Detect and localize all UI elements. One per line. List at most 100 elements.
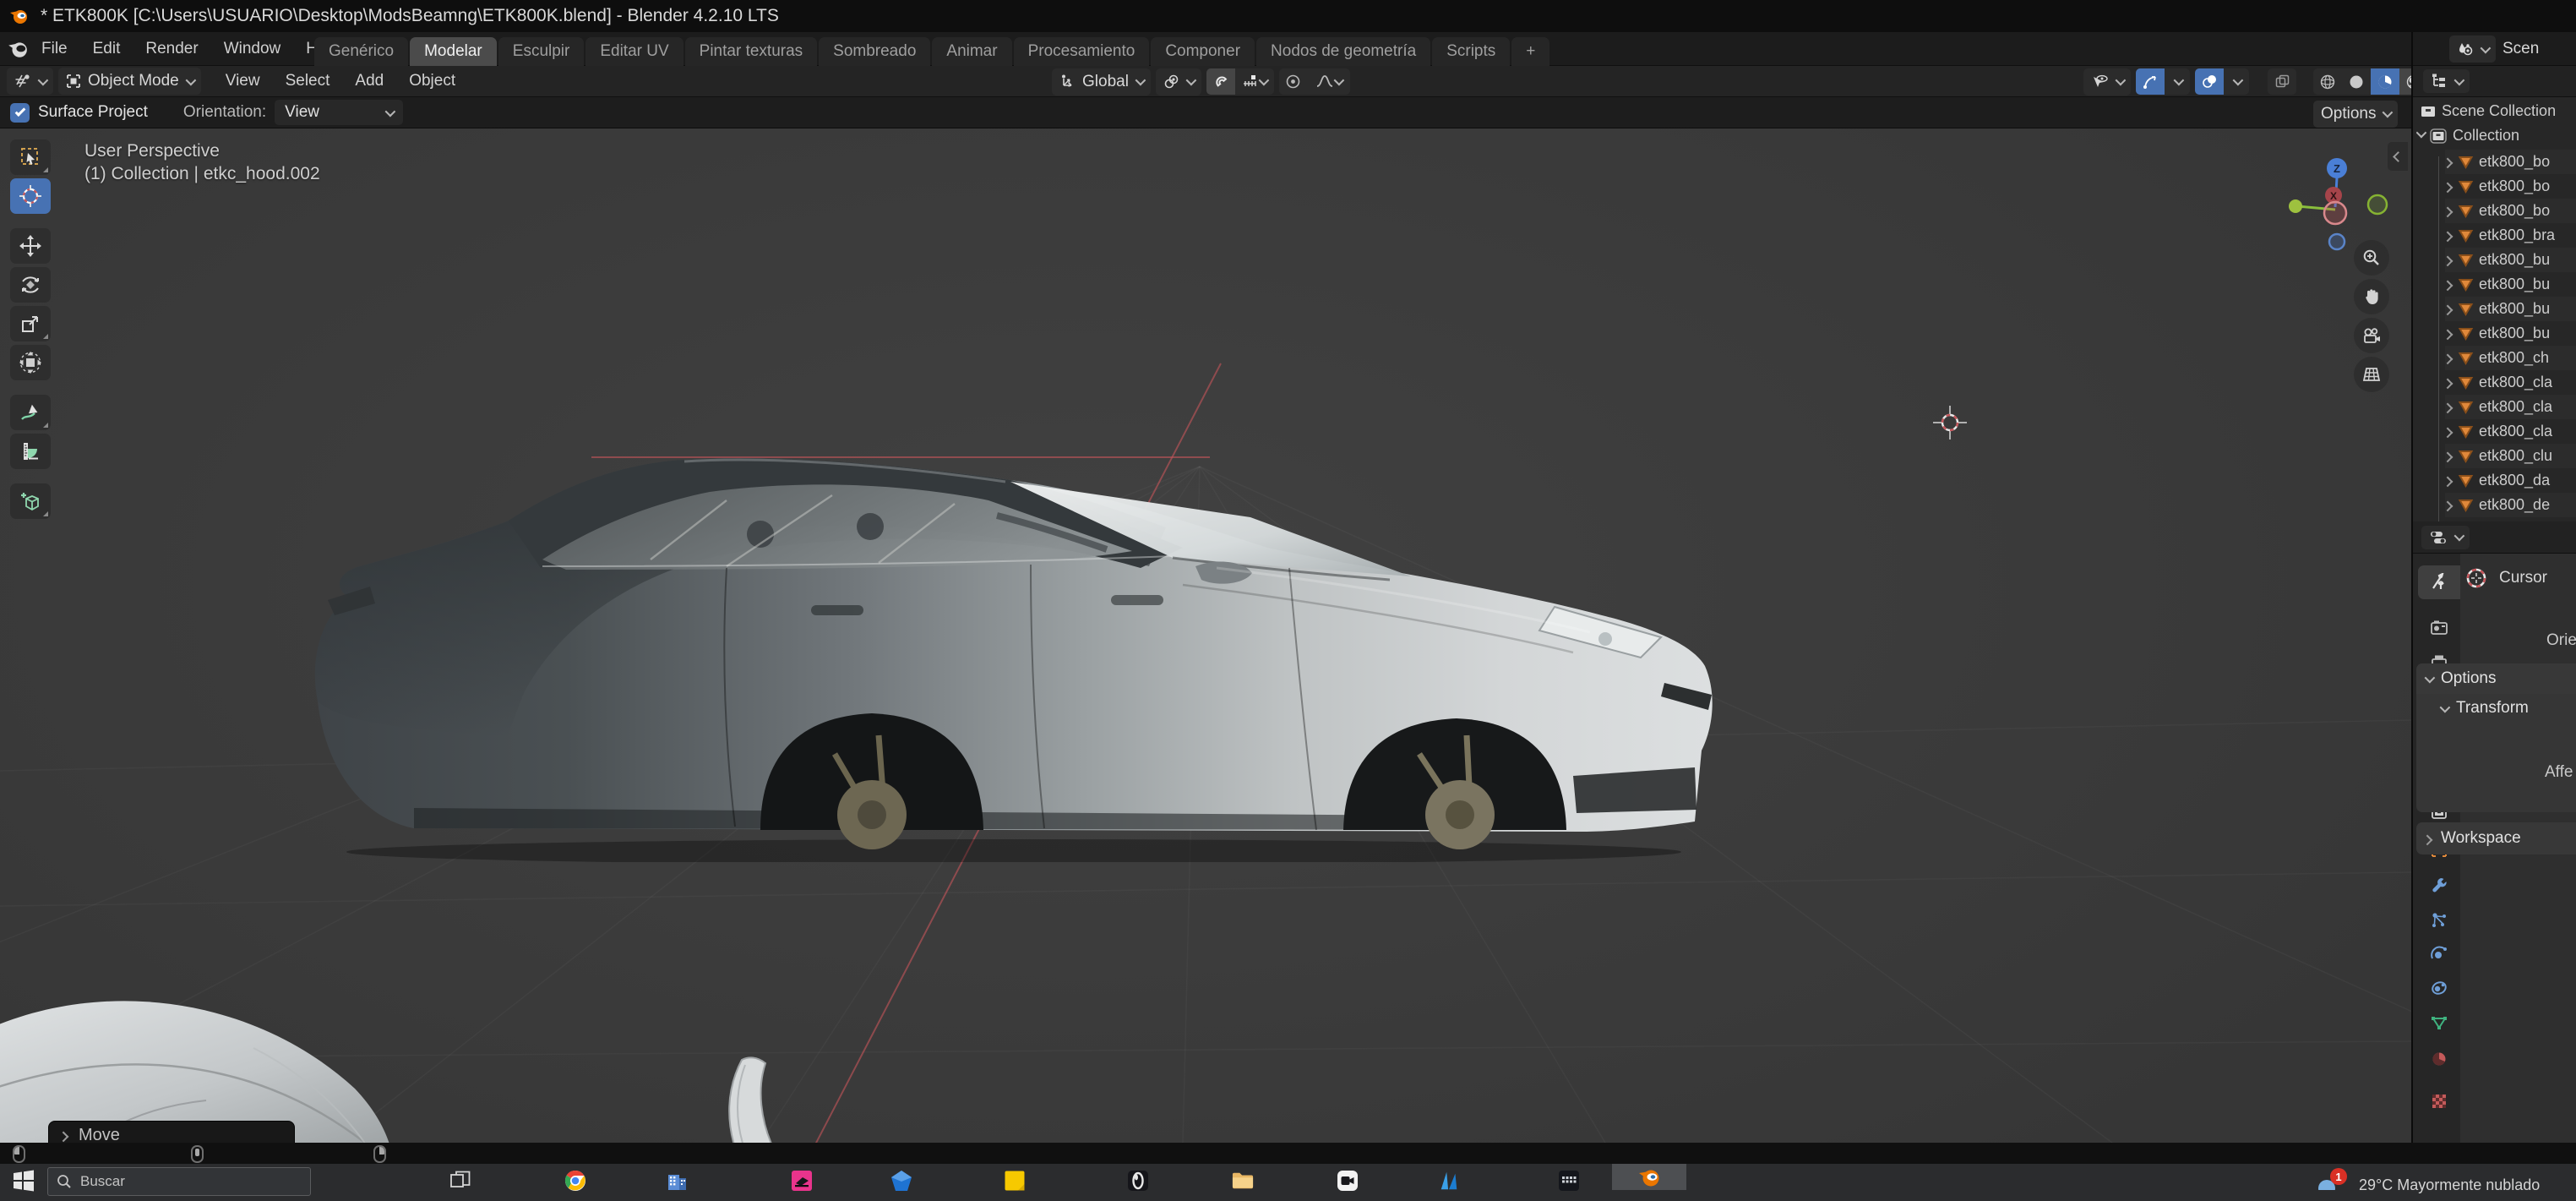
viewport-3d[interactable]: User Perspective (1) Collection | etkc_h… <box>0 128 2412 1143</box>
chrome-icon[interactable] <box>564 1170 586 1192</box>
outliner-object-row[interactable]: etk800_cla <box>2445 419 2576 444</box>
outliner-object-row[interactable]: etk800_bra <box>2445 223 2576 248</box>
weather-widget[interactable]: 29°C Mayormente nublado <box>2359 1176 2576 1194</box>
menu-view[interactable]: View <box>213 64 273 98</box>
transform-subpanel[interactable]: Transform <box>2440 699 2529 718</box>
modifiers-tab[interactable] <box>2418 868 2460 902</box>
operator-panel-move[interactable]: Move <box>48 1121 295 1143</box>
app-grid-icon[interactable] <box>1558 1170 1580 1192</box>
select-box-tool[interactable] <box>10 139 51 175</box>
tab-esculpir[interactable]: Esculpir <box>498 37 585 66</box>
tab-componer[interactable]: Componer <box>1151 37 1255 66</box>
outliner-display-mode[interactable] <box>2423 69 2470 93</box>
camera-view-button[interactable] <box>2354 318 2389 353</box>
menu-file[interactable]: File <box>29 32 80 66</box>
start-icon[interactable] <box>12 1169 35 1193</box>
material-preview-button[interactable] <box>2371 68 2399 95</box>
outliner-object-row[interactable]: etk800_clu <box>2445 444 2576 468</box>
pivot-dropdown[interactable] <box>1156 68 1201 96</box>
workspace-panel-header[interactable]: Workspace <box>2416 822 2576 854</box>
collection-row[interactable]: Collection <box>2416 123 2576 148</box>
expand-icon[interactable] <box>2445 452 2453 463</box>
tab-procesamiento[interactable]: Procesamiento <box>1014 37 1150 66</box>
outliner-object-row[interactable]: etk800_cla <box>2445 370 2576 395</box>
expand-icon[interactable] <box>2445 158 2453 169</box>
app-pink-icon[interactable] <box>791 1170 813 1192</box>
proportional-toggle[interactable] <box>1279 68 1308 95</box>
outliner-object-row[interactable]: etk800_bu <box>2445 248 2576 272</box>
task-view-icon[interactable] <box>449 1170 471 1192</box>
outliner-panel[interactable]: Scene Collection Collection etk800_bo et… <box>2413 97 2576 521</box>
properties-display-mode[interactable] <box>2421 526 2470 549</box>
expand-icon[interactable] <box>2445 256 2453 267</box>
scene-name[interactable]: Scen <box>2502 40 2539 58</box>
tab-editar-uv[interactable]: Editar UV <box>585 37 683 66</box>
selectability-dropdown[interactable] <box>2083 68 2131 96</box>
transform-tool[interactable] <box>10 345 51 380</box>
outliner-object-row[interactable]: etk800_bu <box>2445 272 2576 297</box>
overlays-dropdown[interactable] <box>2224 68 2249 95</box>
orientation-dropdown[interactable]: Global <box>1052 68 1151 96</box>
app-oval-icon[interactable] <box>1127 1170 1149 1192</box>
app-camera-icon[interactable] <box>1337 1170 1359 1192</box>
gizmos-dropdown[interactable] <box>2165 68 2190 95</box>
expand-icon[interactable] <box>2445 281 2453 292</box>
pan-view-button[interactable] <box>2354 279 2389 314</box>
menu-object[interactable]: Object <box>396 64 468 98</box>
physics-tab[interactable] <box>2418 937 2460 971</box>
menu-add[interactable]: Add <box>342 64 396 98</box>
data-tab[interactable] <box>2418 1007 2460 1040</box>
expand-icon[interactable] <box>2445 403 2453 414</box>
expand-icon[interactable] <box>2445 330 2453 341</box>
outliner-object-row[interactable]: etk800_cla <box>2445 395 2576 419</box>
menu-window[interactable]: Window <box>211 32 294 66</box>
menu-edit[interactable]: Edit <box>80 32 133 66</box>
file-explorer-icon[interactable] <box>1232 1170 1254 1192</box>
notification-badge[interactable]: 1 <box>2330 1168 2347 1185</box>
options-dropdown[interactable]: Options <box>2313 101 2398 128</box>
blender-app-menu-icon[interactable] <box>7 38 29 60</box>
add-workspace-button[interactable]: + <box>1511 37 1549 66</box>
tab-scripts[interactable]: Scripts <box>1432 37 1510 66</box>
app-yellow-icon[interactable] <box>1004 1170 1026 1192</box>
axis-y-ball[interactable] <box>2289 199 2302 213</box>
outliner-object-row[interactable]: etk800_bo <box>2445 174 2576 199</box>
particles-tab[interactable] <box>2418 903 2460 937</box>
solid-shading-button[interactable] <box>2342 68 2371 95</box>
overlays-toggle[interactable] <box>2195 68 2224 95</box>
scene-collection-row[interactable]: Scene Collection <box>2420 99 2576 123</box>
tab-nodos-geometria[interactable]: Nodos de geometría <box>1256 37 1430 66</box>
outliner-object-row[interactable]: etk800_ch <box>2445 346 2576 370</box>
outliner-object-row[interactable]: etk800_de <box>2445 493 2576 517</box>
expand-icon[interactable] <box>2445 354 2453 365</box>
constraints-tab[interactable] <box>2418 971 2460 1005</box>
mode-dropdown[interactable]: Object Mode <box>58 68 201 95</box>
measure-tool[interactable] <box>10 434 51 469</box>
expand-icon[interactable] <box>2445 477 2453 488</box>
expand-icon[interactable] <box>2416 128 2426 139</box>
zoom-view-button[interactable] <box>2354 240 2389 276</box>
expand-icon[interactable] <box>2445 207 2453 218</box>
outliner-object-row[interactable]: etk800_bu <box>2445 321 2576 346</box>
ortho-view-button[interactable] <box>2354 357 2389 392</box>
falloff-dropdown[interactable] <box>1308 68 1350 95</box>
taskbar-blender-active[interactable] <box>1612 1164 1686 1190</box>
scene-selector[interactable]: Scen <box>2449 35 2576 63</box>
editor-type-button[interactable] <box>7 68 53 95</box>
expand-icon[interactable] <box>2445 305 2453 316</box>
axis-y-neg-ball[interactable] <box>2368 195 2387 214</box>
cursor-tool[interactable] <box>10 178 51 214</box>
snap-toggle[interactable] <box>1206 68 1235 95</box>
app-building-icon[interactable] <box>666 1170 688 1192</box>
texture-tab[interactable] <box>2418 1084 2460 1118</box>
axis-z-neg-ball[interactable] <box>2329 234 2345 249</box>
sidebar-collapse-button[interactable] <box>2388 142 2408 171</box>
rotate-tool[interactable] <box>10 267 51 303</box>
app-blue-icon[interactable] <box>890 1170 912 1192</box>
search-box[interactable]: Buscar <box>47 1167 311 1196</box>
menu-select[interactable]: Select <box>273 64 343 98</box>
app-sails-icon[interactable] <box>1438 1170 1460 1192</box>
white-fin-object[interactable] <box>716 1055 794 1143</box>
add-cube-tool[interactable] <box>10 483 51 519</box>
xray-toggle[interactable] <box>2268 68 2296 95</box>
